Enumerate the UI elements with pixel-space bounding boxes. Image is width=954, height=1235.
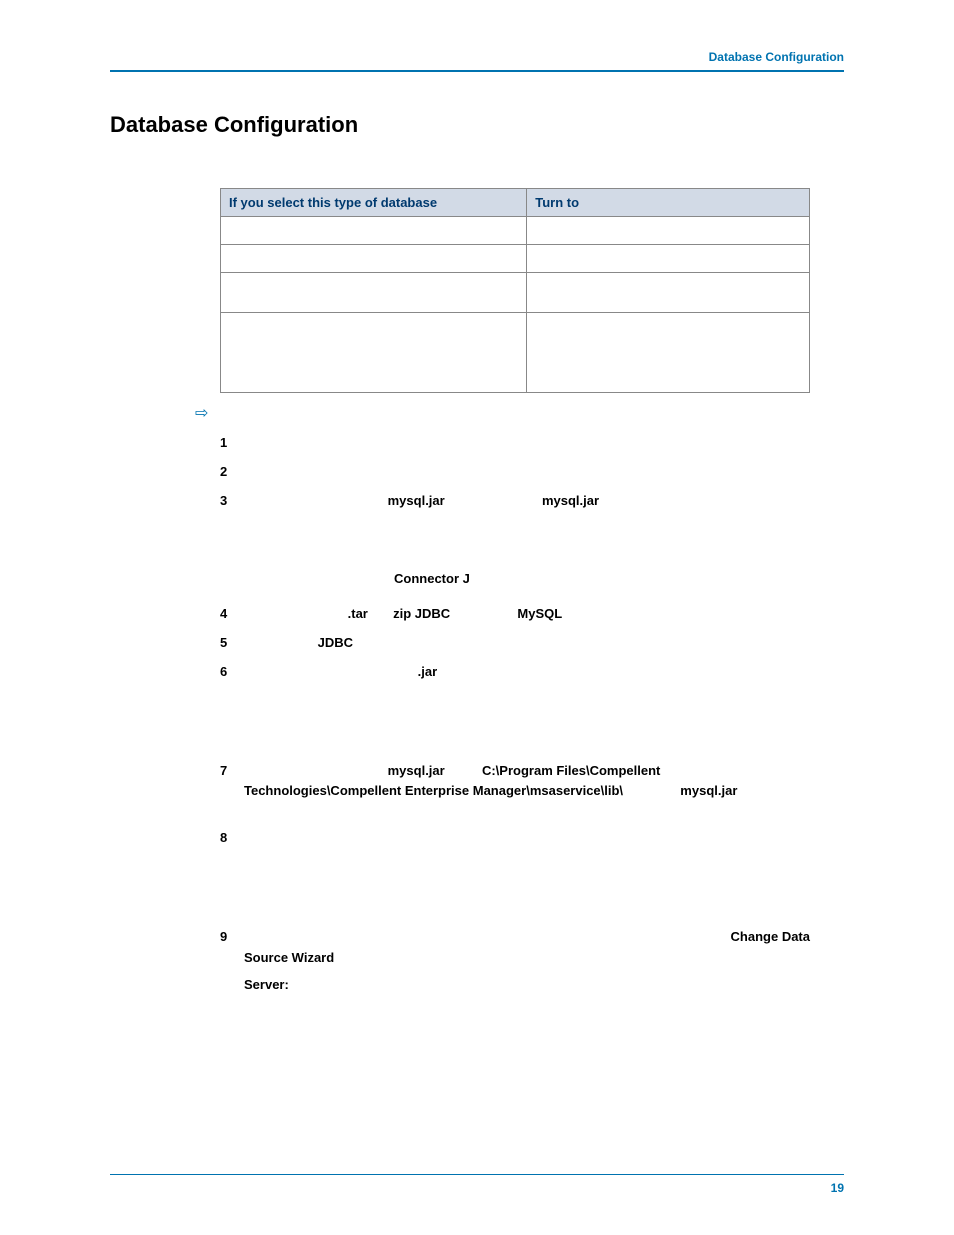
- wizard-text-line1: Change Data: [731, 927, 810, 948]
- jar-ext-text: .jar: [418, 664, 438, 679]
- step-number: 1: [220, 433, 244, 454]
- mysql-text: MySQL: [517, 606, 562, 621]
- step-1: 1: [220, 433, 810, 454]
- page-footer: 19: [110, 1174, 844, 1195]
- step-3: 3 mysql.jar mysql.jar: [220, 491, 810, 512]
- wizard-text-line2: Source Wizard: [244, 950, 334, 965]
- step-number: 8: [220, 828, 244, 849]
- ext-text: .tar: [348, 606, 368, 621]
- arrow-right-icon: ⇨: [195, 403, 208, 423]
- header-section-link[interactable]: Database Configuration: [110, 50, 844, 70]
- connector-j-label: Connector J: [244, 569, 810, 590]
- step-8: 8: [220, 828, 810, 849]
- step-number: 6: [220, 662, 244, 683]
- page-number: 19: [110, 1181, 844, 1195]
- table-row: [221, 313, 810, 393]
- step-number: 3: [220, 491, 244, 512]
- content-column: If you select this type of database Turn…: [220, 188, 810, 995]
- table-row: [221, 273, 810, 313]
- footer-rule: [110, 1174, 844, 1175]
- page-title: Database Configuration: [110, 112, 844, 138]
- step-4: 4 .tar zip JDBC MySQL: [220, 604, 810, 625]
- filename-text: mysql.jar: [388, 493, 445, 508]
- step-2: 2: [220, 462, 810, 483]
- step-6: 6 .jar: [220, 662, 810, 683]
- filename-text: mysql.jar: [542, 493, 599, 508]
- zip-jdbc-text: zip JDBC: [393, 606, 450, 621]
- step-number: 4: [220, 604, 244, 625]
- table-header-col2: Turn to: [527, 189, 810, 217]
- table-header-col1: If you select this type of database: [221, 189, 527, 217]
- header-rule: [110, 70, 844, 72]
- filename-text: mysql.jar: [680, 783, 737, 798]
- step-number: 7: [220, 761, 244, 803]
- step-number: 9: [220, 927, 244, 995]
- filename-text: mysql.jar: [388, 763, 445, 778]
- step-number: 5: [220, 633, 244, 654]
- table-row: [221, 217, 810, 245]
- path-text: C:\Program Files\Compellent Technologies…: [244, 763, 660, 799]
- table-row: [221, 245, 810, 273]
- database-selection-table: If you select this type of database Turn…: [220, 188, 810, 393]
- step-number: 2: [220, 462, 244, 483]
- step-5: 5 JDBC: [220, 633, 810, 654]
- steps-list: 1 2 3 mysql.jar mysql.jar Connector J: [220, 433, 810, 995]
- jdbc-text: JDBC: [318, 635, 353, 650]
- server-label: Server:: [244, 977, 289, 992]
- step-9: 9 Change Data Source Wizard Server:: [220, 927, 810, 995]
- step-7: 7 mysql.jar C:\Program Files\Compellent …: [220, 761, 810, 803]
